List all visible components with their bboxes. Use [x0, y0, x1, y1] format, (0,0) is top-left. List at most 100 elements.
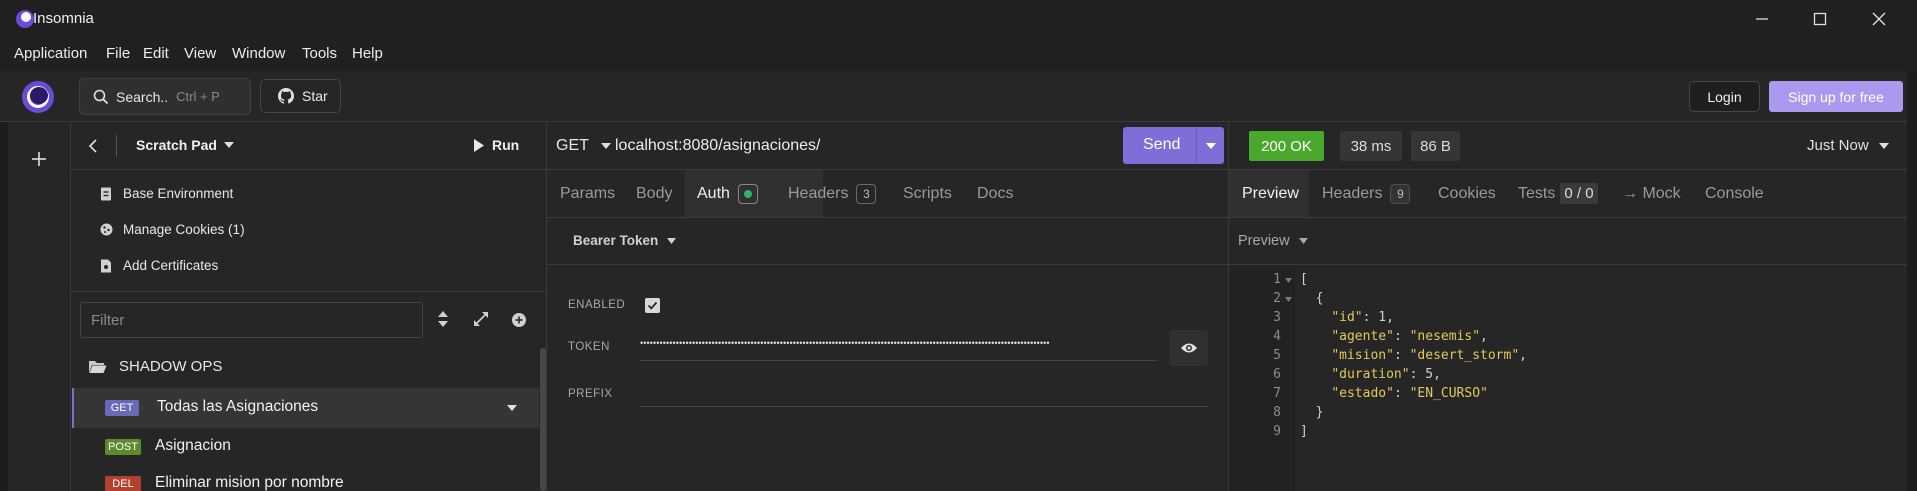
url-input[interactable]: localhost:8080/asignaciones/	[615, 137, 820, 155]
tests-count: 0 / 0	[1560, 183, 1598, 204]
request-name: Asignacion	[155, 437, 231, 454]
divider	[547, 264, 1228, 265]
tab-mock[interactable]: → Mock	[1622, 170, 1681, 217]
window-title: Insomnia	[33, 10, 94, 27]
window-edge	[1907, 71, 1917, 491]
caret-down-icon[interactable]	[507, 405, 517, 411]
menu-application[interactable]: Application	[14, 45, 87, 62]
minimize-button[interactable]	[1739, 6, 1785, 32]
app-toolbar: Search.. Ctrl + P Star Login Sign up for…	[0, 71, 1907, 122]
line-number: 2	[1273, 291, 1281, 306]
request-item[interactable]: DEL Eliminar mision por nombre	[72, 466, 539, 491]
filter-placeholder: Filter	[91, 311, 125, 329]
history-selector[interactable]: Just Now	[1807, 137, 1889, 154]
project-name: Scratch Pad	[136, 137, 217, 153]
prefix-label: PREFIX	[568, 388, 613, 400]
insomnia-logo-icon[interactable]	[22, 81, 54, 113]
back-chevron-icon[interactable]	[88, 139, 98, 153]
menu-file[interactable]: File	[106, 45, 130, 62]
preview-mode-label: Preview	[1238, 233, 1290, 249]
method-badge-delete: DEL	[105, 476, 141, 491]
response-body-viewer[interactable]: 1 2 3 4 5 6 7 8 9 [ { "id": 1, "agente":…	[1229, 269, 1907, 491]
tab-response-headers[interactable]: Headers 9	[1322, 170, 1411, 217]
base-environment-item[interactable]: Base Environment	[100, 186, 233, 201]
prefix-input[interactable]	[640, 379, 1208, 407]
code-line: {	[1300, 291, 1324, 306]
add-certificates-item[interactable]: Add Certificates	[100, 258, 218, 273]
tab-headers[interactable]: Headers 3	[788, 170, 877, 217]
close-window-button[interactable]	[1856, 6, 1902, 32]
response-size-badge: 86 B	[1411, 131, 1460, 161]
token-value: ••••••••••••••••••••••••••••••••••••••••…	[640, 338, 1050, 348]
tab-preview[interactable]: Preview	[1229, 170, 1309, 217]
star-label: Star	[302, 88, 328, 104]
login-button[interactable]: Login	[1689, 81, 1760, 112]
fold-caret-icon[interactable]	[1285, 278, 1292, 283]
sidebar-scrollbar[interactable]	[540, 348, 546, 491]
menu-window[interactable]: Window	[232, 45, 285, 62]
folder-shadow-ops[interactable]: SHADOW OPS	[88, 358, 222, 375]
menu-tools[interactable]: Tools	[302, 45, 337, 62]
tab-console[interactable]: Console	[1705, 170, 1764, 217]
base-environment-label: Base Environment	[123, 186, 234, 201]
tab-body[interactable]: Body	[636, 170, 672, 217]
add-icon[interactable]	[31, 151, 47, 167]
tab-scripts[interactable]: Scripts	[903, 170, 952, 217]
divider	[71, 169, 546, 170]
cookie-icon	[100, 223, 113, 236]
fold-caret-icon[interactable]	[1285, 297, 1292, 302]
project-selector[interactable]: Scratch Pad	[136, 137, 234, 153]
manage-cookies-item[interactable]: Manage Cookies (1)	[100, 222, 245, 237]
github-star-button[interactable]: Star	[260, 79, 341, 113]
response-time-badge: 38 ms	[1340, 131, 1402, 161]
divider	[1196, 127, 1197, 164]
request-name: Eliminar mision por nombre	[155, 474, 344, 491]
send-button[interactable]: Send	[1123, 127, 1224, 164]
search-label: Search..	[116, 88, 169, 105]
line-number: 8	[1273, 405, 1281, 420]
signup-button[interactable]: Sign up for free	[1769, 81, 1903, 112]
history-label: Just Now	[1807, 137, 1869, 154]
request-item[interactable]: POST Asignacion	[72, 428, 539, 466]
send-label: Send	[1143, 136, 1181, 153]
status-badge: 200 OK	[1249, 131, 1324, 161]
request-item-active[interactable]: GET Todas las Asignaciones	[72, 388, 539, 428]
code-line: "agente": "nesemis",	[1331, 329, 1488, 344]
tab-tests[interactable]: Tests 0 / 0	[1518, 170, 1598, 217]
tab-params[interactable]: Params	[560, 170, 615, 217]
caret-down-icon	[223, 142, 234, 148]
login-label: Login	[1707, 88, 1742, 105]
method-selector[interactable]: GET	[556, 137, 611, 155]
enabled-checkbox[interactable]	[645, 298, 660, 313]
menu-help[interactable]: Help	[352, 45, 383, 62]
tab-headers-label: Headers	[1322, 184, 1383, 202]
sort-icon[interactable]	[438, 311, 448, 327]
title-bar: Insomnia	[0, 0, 1917, 38]
caret-down-icon[interactable]	[1206, 143, 1216, 149]
sidebar: Scratch Pad Run Base Environment Manage …	[71, 122, 547, 491]
menu-edit[interactable]: Edit	[143, 45, 169, 62]
run-button[interactable]: Run	[473, 137, 519, 153]
maximize-button[interactable]	[1797, 6, 1843, 32]
caret-down-icon	[600, 143, 611, 149]
signup-label: Sign up for free	[1788, 88, 1884, 105]
filter-input[interactable]: Filter	[80, 302, 423, 338]
preview-mode-selector[interactable]: Preview	[1238, 233, 1308, 249]
menu-view[interactable]: View	[184, 45, 216, 62]
auth-type-selector[interactable]: Bearer Token	[573, 233, 677, 248]
toggle-visibility-button[interactable]	[1170, 330, 1208, 366]
line-number: 6	[1273, 367, 1281, 382]
expand-icon[interactable]	[474, 312, 488, 326]
add-circle-icon[interactable]	[511, 312, 527, 328]
method-label: GET	[556, 137, 589, 154]
tab-cookies[interactable]: Cookies	[1438, 170, 1496, 217]
search-box[interactable]: Search.. Ctrl + P	[79, 78, 251, 115]
tab-docs[interactable]: Docs	[977, 170, 1013, 217]
window-edge	[0, 122, 8, 491]
tab-tests-label: Tests	[1518, 184, 1556, 202]
divider	[1229, 217, 1907, 218]
auth-type-label: Bearer Token	[573, 233, 659, 248]
token-input[interactable]: ••••••••••••••••••••••••••••••••••••••••…	[640, 334, 1157, 361]
line-number: 3	[1273, 310, 1281, 325]
code-line: "duration": 5,	[1331, 367, 1441, 382]
